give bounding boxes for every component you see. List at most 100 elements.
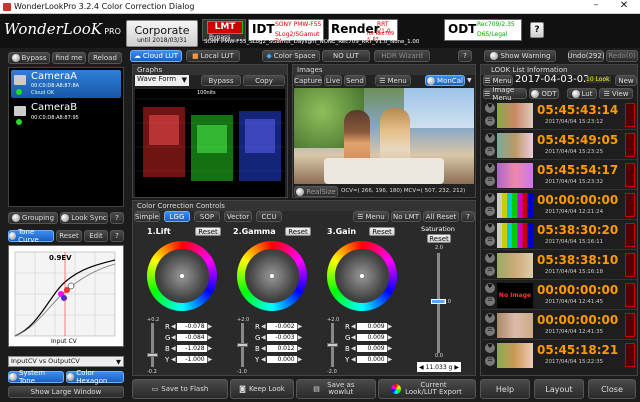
tone-reset-button[interactable]: Reset	[56, 230, 82, 242]
increment-icon[interactable]: ▶	[388, 356, 393, 363]
capture-button[interactable]: Capture	[294, 75, 322, 86]
moncal-button[interactable]: MonCal	[425, 75, 465, 86]
tone-edit-button[interactable]: Edit	[84, 230, 108, 242]
tab-cloud-lut[interactable]: ☁ Cloud LUT	[130, 50, 182, 62]
decrement-icon[interactable]: ◀	[351, 334, 356, 341]
menu-icon[interactable]: ☰	[485, 236, 495, 246]
tab-local-lut[interactable]: ■ Local LUT	[186, 50, 240, 62]
decrement-icon[interactable]: ◀	[351, 356, 356, 363]
camera-item[interactable]: CameraB 00:C0:D8:A8:87:95	[11, 101, 121, 127]
findme-button[interactable]: find me	[52, 52, 86, 64]
lut-filter-button[interactable]: Lut	[567, 88, 597, 99]
heart-icon[interactable]: ♥	[485, 193, 495, 203]
keep-look-button[interactable]: ◙ Keep Look	[230, 379, 294, 399]
camera-item[interactable]: CameraA 00:C0:D8:A8:87:8A Cloud OK	[11, 70, 121, 98]
system-tone-button[interactable]: System Tone	[8, 369, 64, 385]
decrement-icon[interactable]: ◀	[351, 345, 356, 352]
b-value-field[interactable]: 0.012	[266, 345, 297, 352]
graph-mode-select[interactable]: Wave Form ▼	[135, 75, 189, 86]
export-button[interactable]: Current Look/LUT Export	[378, 379, 476, 399]
cc-menu-button[interactable]: ☰ Menu	[353, 211, 389, 222]
b-value-field[interactable]: -1.028	[176, 345, 207, 352]
menu-icon[interactable]: ☰	[485, 176, 495, 186]
increment-icon[interactable]: ▶	[208, 323, 213, 330]
decrement-icon[interactable]: ◀	[261, 334, 266, 341]
cc-help-button[interactable]: ?	[461, 211, 475, 222]
slider-thumb[interactable]	[237, 343, 248, 347]
r-value-field[interactable]: -0.002	[266, 323, 297, 330]
menu-icon[interactable]: ☰	[485, 326, 495, 336]
save-to-flash-button[interactable]: ▭ Save to Flash	[132, 379, 228, 399]
heart-icon[interactable]: ♥	[485, 283, 495, 293]
view-button[interactable]: ☰ View	[599, 88, 633, 99]
increment-icon[interactable]: ▶	[388, 334, 393, 341]
cc-tab-ccu[interactable]: CCU	[256, 211, 282, 222]
close-button[interactable]: Close	[588, 379, 636, 399]
saturation-reset-button[interactable]: Reset	[427, 234, 451, 243]
heart-icon[interactable]: ♥	[485, 103, 495, 113]
bypass-button[interactable]: Bypass	[8, 52, 50, 64]
increment-icon[interactable]: ▶	[298, 323, 303, 330]
cc-nolmt-button[interactable]: No LMT	[391, 211, 421, 222]
lmt-block[interactable]: LMT Bypass	[202, 19, 246, 41]
minimize-button[interactable]: –	[588, 0, 604, 14]
save-wowlut-button[interactable]: ▤ Save as wowlut	[296, 379, 376, 399]
look-item[interactable]: ♥ ☰ 05:45:18:21 2017/04/04 15:22:35	[483, 341, 637, 370]
odt-block[interactable]: ODT Rec709/2.35 D65/Legal	[444, 19, 522, 41]
heart-icon[interactable]: ♥	[485, 133, 495, 143]
menu-icon[interactable]: ☰	[485, 116, 495, 126]
g-value-field[interactable]: -0.084	[176, 334, 207, 341]
cc-tab-simple[interactable]: Simple	[134, 211, 160, 222]
menu-icon[interactable]: ☰	[485, 146, 495, 156]
idt-block[interactable]: IDT SONY PMW-F55 SLog2/SGamut DL	[248, 19, 324, 45]
show-warning-button[interactable]: Show Warning	[484, 50, 556, 62]
increment-icon[interactable]: ▶	[298, 334, 303, 341]
decrement-icon[interactable]: ◀	[171, 323, 176, 330]
close-window-button[interactable]: ✕	[614, 0, 634, 14]
gamma-slider[interactable]	[237, 323, 248, 367]
heart-icon[interactable]: ♥	[485, 343, 495, 353]
menu-icon[interactable]: ☰	[485, 356, 495, 366]
chevron-down-icon[interactable]: ▼	[467, 77, 472, 84]
look-item[interactable]: ♥ ☰ 05:45:49:05 2017/04/04 15:23:25	[483, 131, 637, 160]
y-value-field[interactable]: 0.000	[266, 356, 297, 363]
heart-icon[interactable]: ♥	[485, 253, 495, 263]
heart-icon[interactable]: ♥	[485, 223, 495, 233]
saturation-value-field[interactable]: ◀ 11.033 g ▶	[417, 362, 461, 372]
undo-button[interactable]: Undo(292)	[567, 50, 605, 62]
decrement-icon[interactable]: ◀	[261, 323, 266, 330]
decrement-icon[interactable]: ◀	[171, 356, 176, 363]
cc-allreset-button[interactable]: All Reset	[423, 211, 459, 222]
heart-icon[interactable]: ♥	[485, 313, 495, 323]
wheel-center[interactable]	[268, 272, 276, 280]
increment-icon[interactable]: ▶	[298, 345, 303, 352]
look-item[interactable]: ♥ ☰ 05:45:43:14 2017/04/04 15:23:12	[483, 101, 637, 130]
look-item[interactable]: ♥ ☰ 05:45:54:17 2017/04/04 15:23:32	[483, 161, 637, 190]
odt-filter-button[interactable]: ODT	[529, 88, 559, 99]
wheel-center[interactable]	[358, 272, 366, 280]
look-item[interactable]: ♥ ☰ 05:38:30:20 2017/04/04 15:16:11	[483, 221, 637, 250]
saturation-slider[interactable]	[431, 253, 446, 353]
render-block[interactable]: Render RRT V1.0 for Rec709 & P3	[328, 19, 398, 43]
slider-thumb[interactable]	[327, 343, 338, 347]
color-hexagon-button[interactable]: Color Hexagon	[66, 369, 124, 385]
heart-icon[interactable]: ♥	[485, 163, 495, 173]
tab-no-lut[interactable]: NO LUT	[322, 50, 370, 62]
left-help-button[interactable]: ?	[110, 212, 124, 224]
cc-tab-sop[interactable]: SOP	[194, 211, 220, 222]
gamma-color-wheel[interactable]	[237, 241, 307, 311]
increment-icon[interactable]: ▶	[454, 364, 459, 371]
tone-help-button[interactable]: ?	[110, 230, 124, 242]
wheel-reset-button[interactable]: Reset	[195, 227, 221, 236]
decrement-icon[interactable]: ◀	[171, 345, 176, 352]
gain-color-wheel[interactable]	[327, 241, 397, 311]
increment-icon[interactable]: ▶	[208, 356, 213, 363]
cc-tab-lgg[interactable]: LGG	[164, 211, 190, 222]
decrement-icon[interactable]: ◀	[261, 345, 266, 352]
decrement-icon[interactable]: ◀	[171, 334, 176, 341]
realsize-button[interactable]: RealSize	[294, 186, 338, 197]
reload-button[interactable]: Reload	[88, 52, 122, 64]
large-window-button[interactable]: Show Large Window	[8, 386, 124, 398]
g-value-field[interactable]: -0.003	[266, 334, 297, 341]
y-value-field[interactable]: 0.000	[356, 356, 387, 363]
